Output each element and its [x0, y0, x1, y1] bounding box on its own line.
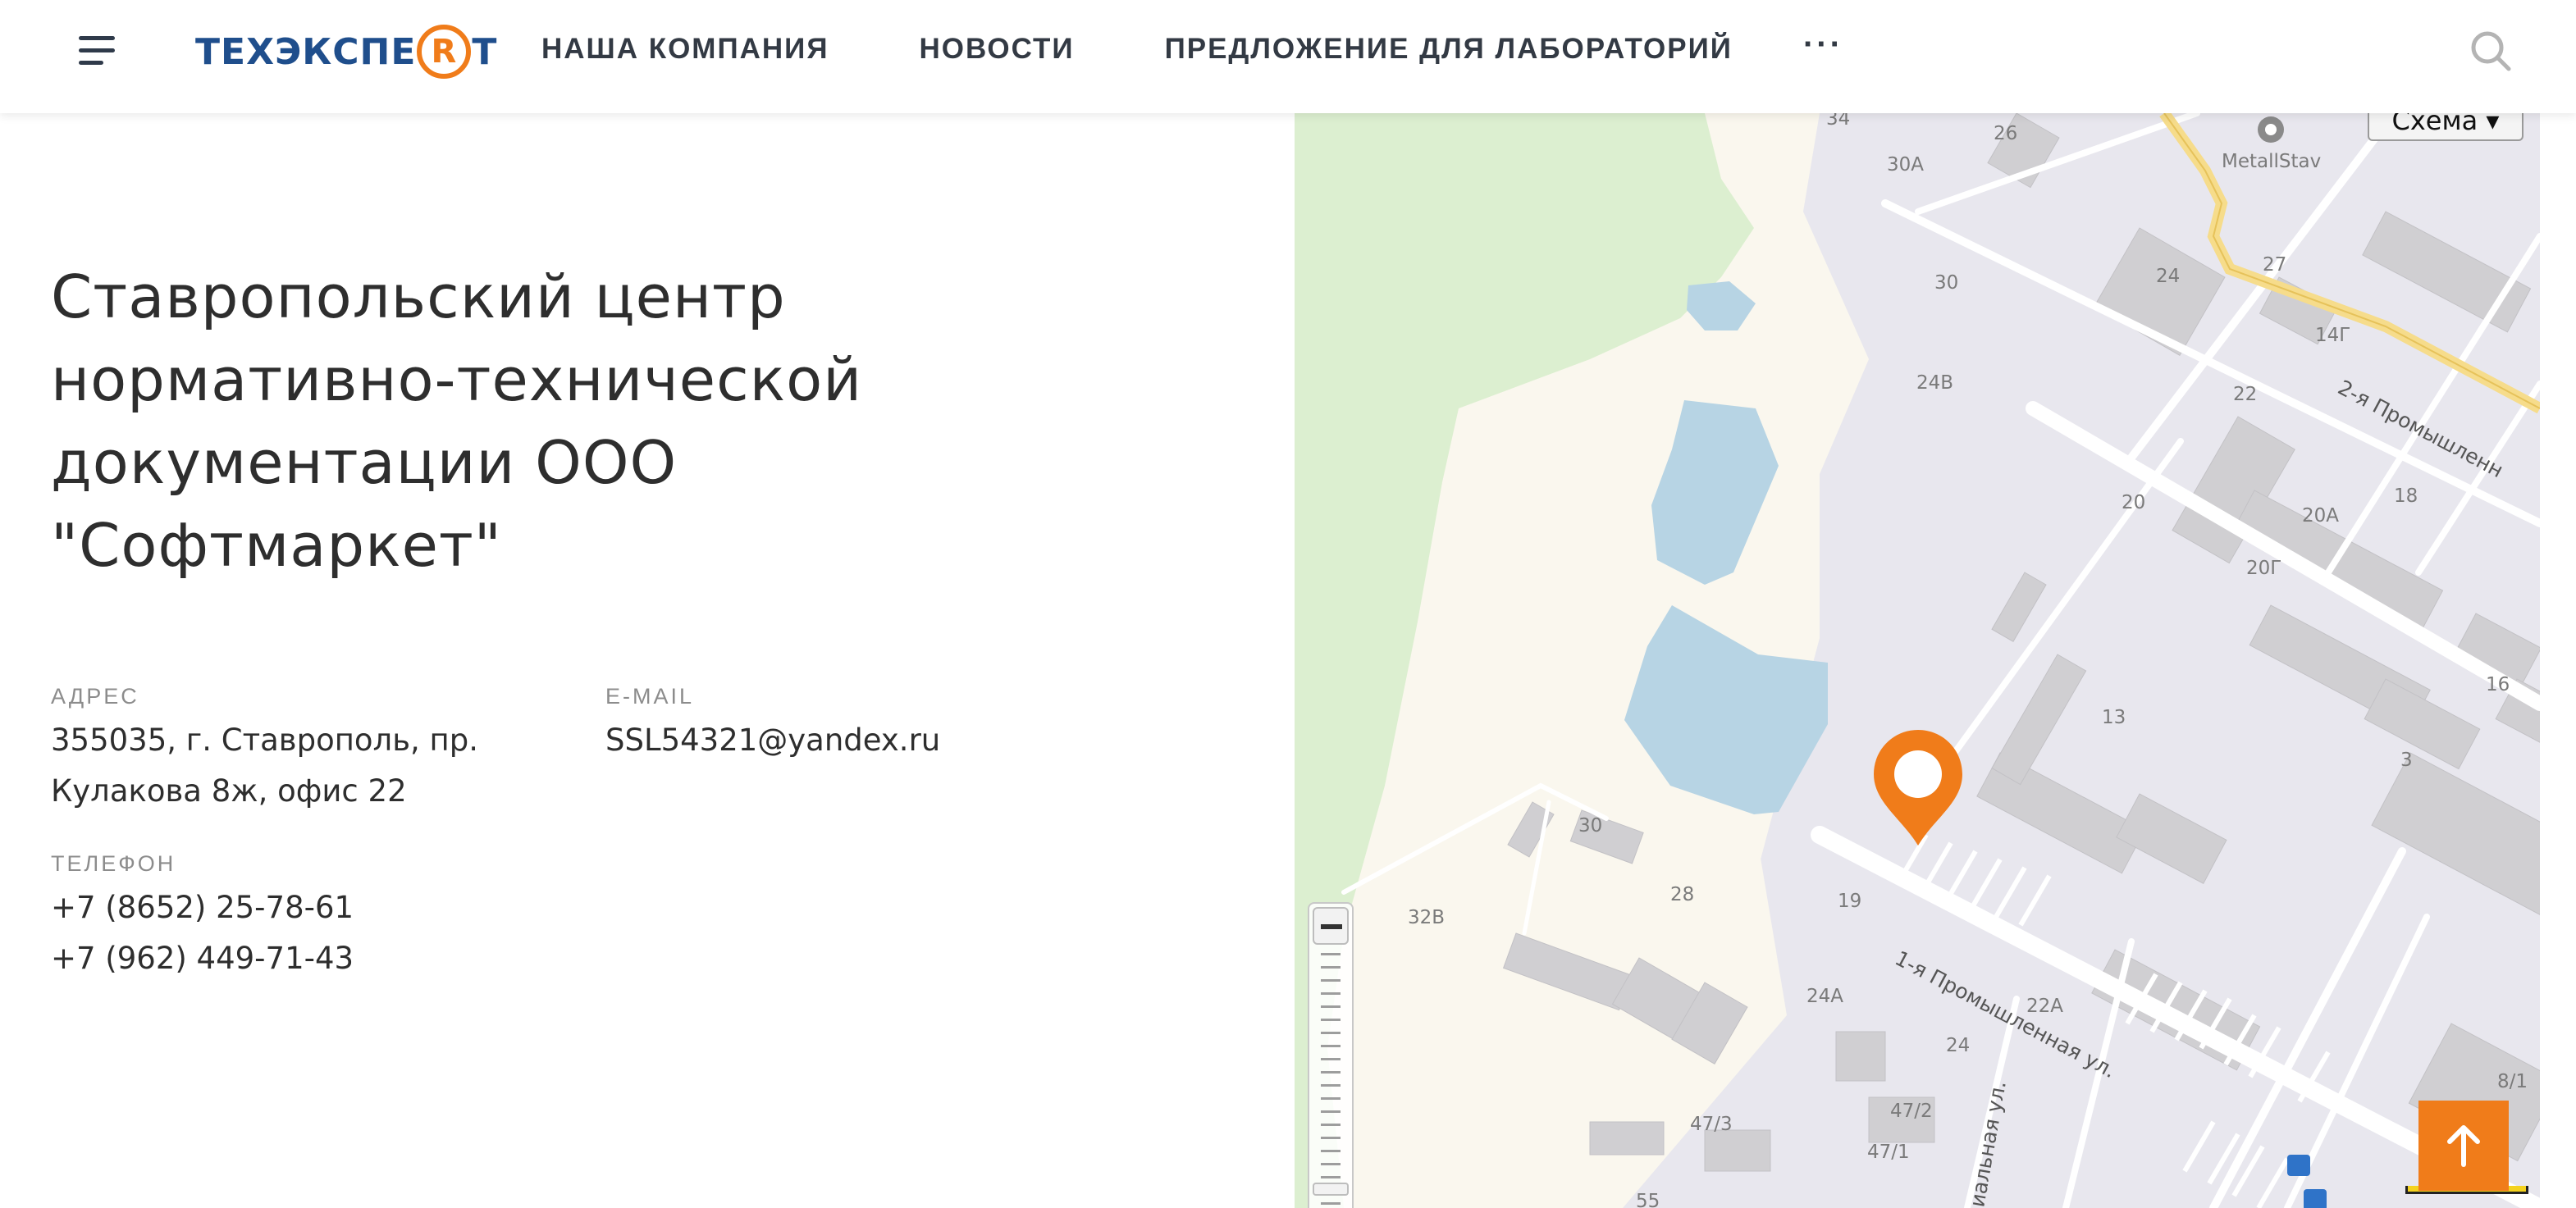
svg-text:47/2: 47/2: [1890, 1101, 1933, 1122]
map-canvas: MetallStav 34 26 30А 27 24 30 14Г 24В 22…: [1295, 113, 2540, 1208]
svg-text:3: 3: [2400, 750, 2413, 771]
logo-text-left: ТЕХЭКСПЕ: [195, 30, 417, 73]
svg-text:18: 18: [2394, 485, 2418, 507]
svg-text:47/1: 47/1: [1867, 1142, 1910, 1163]
svg-text:28: 28: [1670, 884, 1694, 905]
bus-stop-icon: [2304, 1189, 2327, 1208]
scroll-to-top-button[interactable]: [2418, 1101, 2509, 1191]
svg-text:34: 34: [1826, 113, 1850, 130]
main-nav: НАША КОМПАНИЯ НОВОСТИ ПРЕДЛОЖЕНИЕ ДЛЯ ЛА…: [541, 0, 1843, 98]
svg-text:24А: 24А: [1806, 986, 1843, 1007]
logo-ring: R: [417, 25, 472, 79]
svg-text:55: 55: [1636, 1191, 1660, 1208]
nav-item-labs[interactable]: ПРЕДЛОЖЕНИЕ ДЛЯ ЛАБОРАТОРИЙ: [1165, 33, 1733, 66]
svg-text:16: 16: [2486, 674, 2510, 695]
svg-text:30: 30: [1934, 272, 1958, 294]
poi-label: MetallStav: [2222, 151, 2321, 172]
address-label: АДРЕС: [51, 684, 139, 709]
svg-text:8/1: 8/1: [2497, 1071, 2528, 1092]
logo-text-right: Т: [472, 30, 498, 73]
hamburger-menu-icon[interactable]: [79, 34, 118, 65]
email-label: E-MAIL: [605, 684, 695, 709]
zoom-slider-handle[interactable]: [1313, 1183, 1349, 1196]
svg-text:24В: 24В: [1916, 372, 1953, 394]
map-type-selector[interactable]: Схема ▾: [2368, 113, 2523, 141]
address-line-1: 355035, г. Ставрополь, пр.: [51, 723, 478, 758]
svg-text:19: 19: [1838, 891, 1861, 912]
nav-item-news[interactable]: НОВОСТИ: [920, 33, 1075, 66]
bus-stop-icon: [2287, 1155, 2310, 1176]
logo[interactable]: ТЕХЭКСПЕ R Т: [195, 25, 497, 79]
yandex-map[interactable]: MetallStav 34 26 30А 27 24 30 14Г 24В 22…: [1295, 113, 2540, 1208]
svg-text:30: 30: [1578, 815, 1602, 836]
email-link-text[interactable]: SSL54321@yandex.ru: [605, 723, 940, 758]
search-icon[interactable]: [2468, 28, 2514, 74]
site-header: ТЕХЭКСПЕ R Т НАША КОМПАНИЯ НОВОСТИ ПРЕДЛОЖ…: [0, 0, 2576, 113]
svg-text:20Г: 20Г: [2246, 558, 2281, 579]
nav-more-button[interactable]: ···: [1803, 26, 1843, 63]
phone-1[interactable]: +7 (8652) 25-78-61: [51, 882, 354, 933]
svg-text:24: 24: [1946, 1035, 1970, 1056]
svg-text:22: 22: [2233, 384, 2257, 405]
svg-text:32В: 32В: [1408, 907, 1445, 928]
zoom-slider-track[interactable]: [1321, 953, 1341, 1207]
arrow-up-icon: [2447, 1125, 2480, 1167]
svg-text:47/3: 47/3: [1690, 1114, 1733, 1135]
svg-text:13: 13: [2102, 707, 2126, 728]
svg-text:26: 26: [1994, 123, 2017, 144]
svg-text:20А: 20А: [2302, 505, 2339, 527]
svg-text:30А: 30А: [1887, 154, 1924, 176]
svg-text:24: 24: [2156, 266, 2180, 287]
svg-text:14Г: 14Г: [2315, 325, 2350, 346]
svg-text:20: 20: [2122, 492, 2145, 513]
address-line-2: Кулакова 8ж, офис 22: [51, 773, 407, 809]
zoom-out-button[interactable]: [1313, 907, 1349, 945]
phone-label: ТЕЛЕФОН: [51, 851, 176, 876]
phone-2[interactable]: +7 (962) 449-71-43: [51, 933, 354, 984]
svg-text:22А: 22А: [2026, 996, 2063, 1017]
svg-text:27: 27: [2263, 254, 2286, 276]
zoom-control: [1308, 902, 1354, 1208]
page-title: Ставропольский центр нормативно-техничес…: [51, 262, 863, 580]
email-link[interactable]: SSL54321@yandex.ru: [605, 715, 940, 766]
nav-item-company[interactable]: НАША КОМПАНИЯ: [541, 33, 829, 66]
